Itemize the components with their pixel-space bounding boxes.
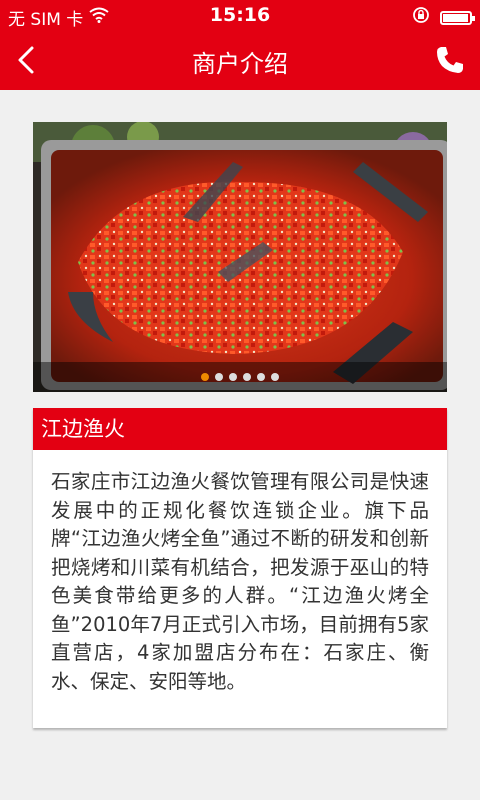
nav-bar: 商户介绍 — [0, 30, 480, 90]
merchant-name: 江边渔火 — [33, 408, 447, 450]
carousel-dot[interactable] — [229, 373, 237, 381]
carousel-dot[interactable] — [215, 373, 223, 381]
phone-icon — [437, 47, 463, 73]
page-title: 商户介绍 — [192, 50, 288, 78]
status-bar: 无 SIM 卡 15:16 — [0, 0, 480, 30]
carousel-dot[interactable] — [257, 373, 265, 381]
battery-icon — [440, 10, 475, 25]
merchant-card: 江边渔火 石家庄市江边渔火餐饮管理有限公司是快速发展中的正规化餐饮连锁企业。旗下… — [33, 408, 447, 728]
carousel-indicator — [33, 362, 447, 392]
call-button[interactable] — [434, 44, 466, 76]
lock-rotation-icon — [412, 6, 430, 29]
carousel-dot[interactable] — [243, 373, 251, 381]
merchant-description: 石家庄市江边渔火餐饮管理有限公司是快速发展中的正规化餐饮连锁企业。旗下品牌“江边… — [51, 470, 429, 693]
carousel-dot[interactable] — [201, 373, 209, 381]
carousel-dot[interactable] — [271, 373, 279, 381]
banner-image — [33, 122, 447, 392]
clock: 15:16 — [209, 4, 271, 26]
photo-carousel[interactable] — [33, 122, 447, 392]
